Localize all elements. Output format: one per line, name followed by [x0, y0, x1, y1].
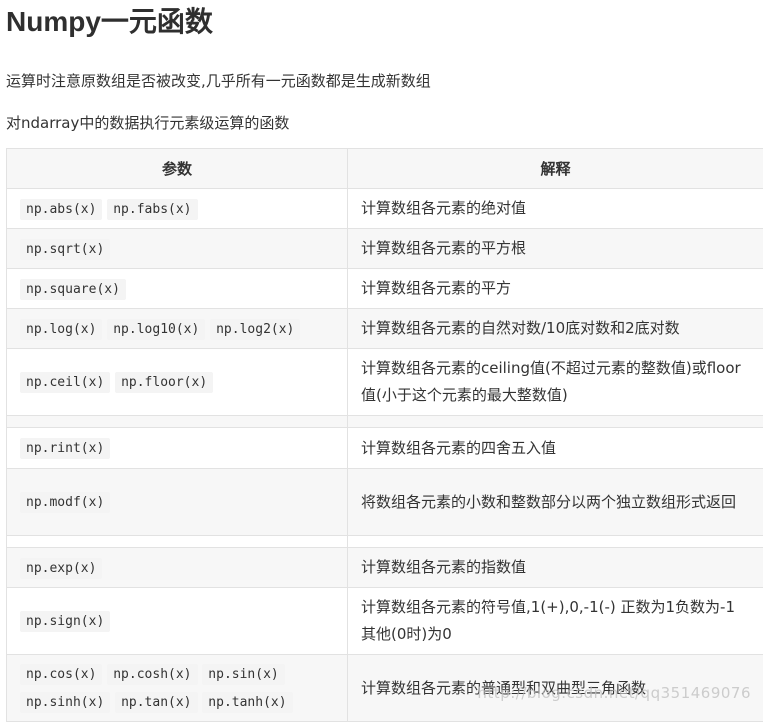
param-cell: np.abs(x) np.fabs(x)	[7, 189, 348, 229]
intro-paragraph: 运算时注意原数组是否被改变,几乎所有一元函数都是生成新数组	[6, 70, 431, 91]
param-cell: np.ceil(x) np.floor(x)	[7, 349, 348, 416]
param-cell: np.exp(x)	[7, 548, 348, 588]
code-snippet: np.modf(x)	[20, 492, 110, 513]
desc-cell: 计算数组各元素的平方根	[348, 229, 763, 269]
param-cell: np.sqrt(x)	[7, 229, 348, 269]
function-table: 参数 解释 np.abs(x) np.fabs(x) 计算数组各元素的绝对值 n…	[6, 148, 763, 722]
code-snippet: np.cos(x)	[20, 664, 102, 685]
watermark: http://blog.csdn.net/qq351469076	[477, 684, 751, 702]
param-cell: np.cos(x) np.cosh(x) np.sin(x) np.sinh(x…	[7, 655, 348, 722]
desc-cell: 将数组各元素的小数和整数部分以两个独立数组形式返回	[348, 469, 763, 536]
code-snippet: np.abs(x)	[20, 199, 102, 220]
desc-cell	[348, 416, 763, 428]
header-explanation: 解释	[348, 149, 763, 189]
table-row: np.exp(x) 计算数组各元素的指数值	[7, 548, 763, 588]
desc-cell: 计算数组各元素的ceiling值(不超过元素的整数值)或floor值(小于这个元…	[348, 349, 763, 416]
desc-cell: 计算数组各元素的平方	[348, 269, 763, 309]
code-snippet: np.ceil(x)	[20, 372, 110, 393]
param-cell	[7, 536, 348, 548]
desc-cell	[348, 536, 763, 548]
code-snippet: np.fabs(x)	[107, 199, 197, 220]
desc-cell: 计算数组各元素的四舍五入值	[348, 428, 763, 469]
code-snippet: np.log2(x)	[210, 319, 300, 340]
code-snippet: np.square(x)	[20, 279, 126, 300]
param-cell: np.log(x) np.log10(x) np.log2(x)	[7, 309, 348, 349]
table-row: np.sqrt(x) 计算数组各元素的平方根	[7, 229, 763, 269]
code-snippet: np.sinh(x)	[20, 692, 110, 713]
code-snippet: np.sin(x)	[202, 664, 284, 685]
table-row: np.square(x) 计算数组各元素的平方	[7, 269, 763, 309]
param-cell	[7, 416, 348, 428]
param-cell: np.sign(x)	[7, 588, 348, 655]
header-param: 参数	[7, 149, 348, 189]
param-cell: np.rint(x)	[7, 428, 348, 469]
code-snippet: np.tan(x)	[115, 692, 197, 713]
table-row: np.rint(x) 计算数组各元素的四舍五入值	[7, 428, 763, 469]
desc-cell: 计算数组各元素的绝对值	[348, 189, 763, 229]
table-row: np.log(x) np.log10(x) np.log2(x) 计算数组各元素…	[7, 309, 763, 349]
code-snippet: np.sign(x)	[20, 611, 110, 632]
description-paragraph: 对ndarray中的数据执行元素级运算的函数	[6, 112, 289, 133]
table-row	[7, 416, 763, 428]
table-row: np.sign(x) 计算数组各元素的符号值,1(+),0,-1(-) 正数为1…	[7, 588, 763, 655]
code-snippet: np.cosh(x)	[107, 664, 197, 685]
page-title: Numpy一元函数	[6, 0, 213, 40]
code-snippet: np.tanh(x)	[202, 692, 292, 713]
desc-cell: 计算数组各元素的指数值	[348, 548, 763, 588]
code-snippet: np.log(x)	[20, 319, 102, 340]
desc-cell: 计算数组各元素的符号值,1(+),0,-1(-) 正数为1负数为-1 其他(0时…	[348, 588, 763, 655]
table-row	[7, 536, 763, 548]
code-snippet: np.rint(x)	[20, 438, 110, 459]
table-row: np.abs(x) np.fabs(x) 计算数组各元素的绝对值	[7, 189, 763, 229]
code-snippet: np.floor(x)	[115, 372, 213, 393]
code-snippet: np.exp(x)	[20, 558, 102, 579]
desc-cell: 计算数组各元素的自然对数/10底对数和2底对数	[348, 309, 763, 349]
code-snippet: np.log10(x)	[107, 319, 205, 340]
param-cell: np.square(x)	[7, 269, 348, 309]
param-cell: np.modf(x)	[7, 469, 348, 536]
code-snippet: np.sqrt(x)	[20, 239, 110, 260]
table-row: np.modf(x) 将数组各元素的小数和整数部分以两个独立数组形式返回	[7, 469, 763, 536]
table-row: np.ceil(x) np.floor(x) 计算数组各元素的ceiling值(…	[7, 349, 763, 416]
